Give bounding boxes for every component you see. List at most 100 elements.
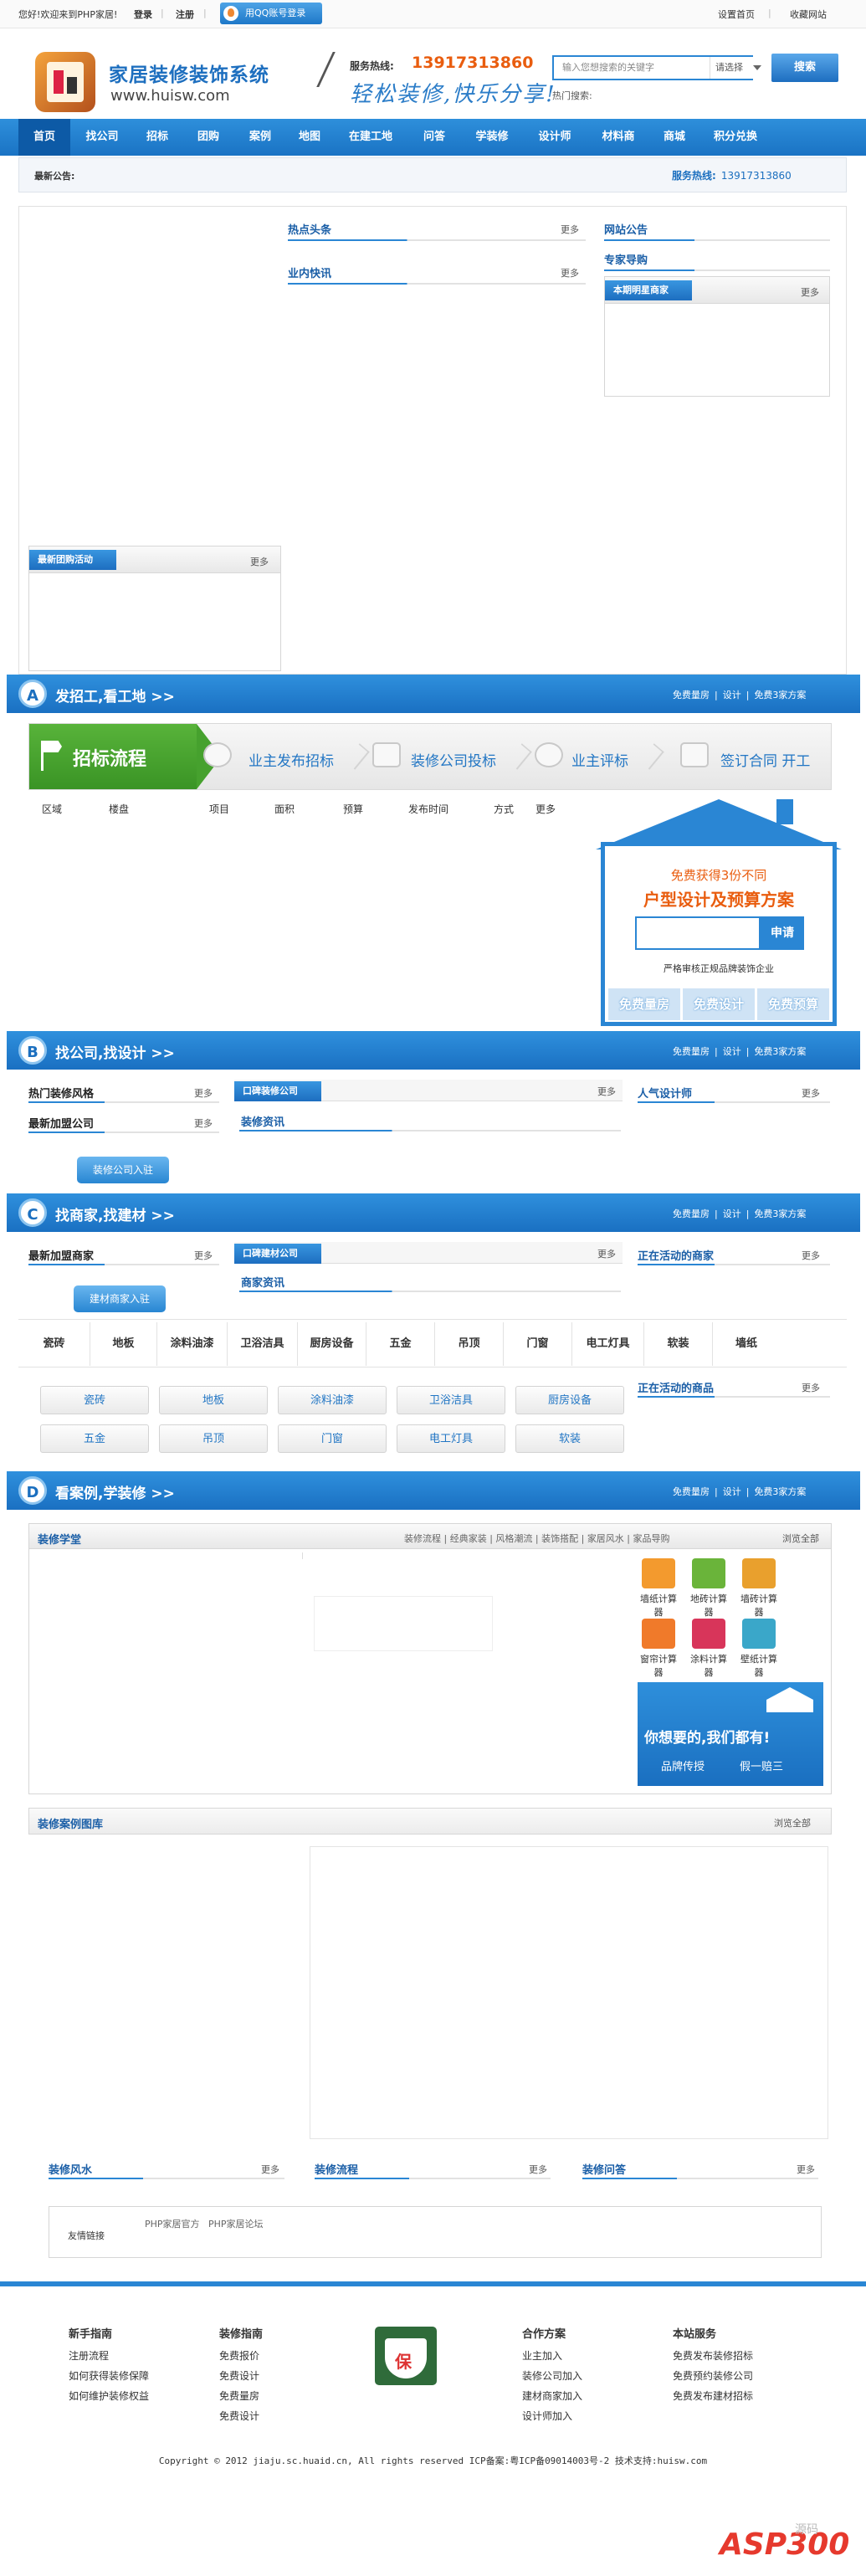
school-link[interactable]: 家居风水 bbox=[587, 1533, 624, 1544]
footer-link[interactable]: 免费量房 bbox=[219, 2389, 259, 2403]
search-button[interactable]: 搜索 bbox=[771, 54, 838, 82]
more-link[interactable]: 更多 bbox=[261, 2163, 279, 2176]
nav-points[interactable]: 积分兑换 bbox=[699, 119, 771, 156]
more-link[interactable]: 更多 bbox=[561, 223, 579, 236]
more-link[interactable]: 更多 bbox=[797, 2163, 815, 2176]
company-join-button[interactable]: 装修公司入驻 bbox=[77, 1157, 169, 1183]
footer-link[interactable]: 如何获得装修保障 bbox=[69, 2368, 149, 2383]
banner-link[interactable]: 设计 bbox=[723, 1208, 741, 1219]
banner-link[interactable]: 免费3家方案 bbox=[754, 690, 806, 700]
nav-designers[interactable]: 设计师 bbox=[524, 119, 586, 156]
school-link[interactable]: 装修流程 bbox=[404, 1533, 441, 1544]
category-button[interactable]: 瓷砖 bbox=[40, 1386, 149, 1414]
qq-login-button[interactable]: 用QQ账号登录 bbox=[220, 3, 322, 24]
logo-title[interactable]: 家居装修装饰系统 bbox=[109, 59, 269, 87]
nav-companies[interactable]: 找公司 bbox=[72, 119, 132, 156]
more-link[interactable]: 更多 bbox=[250, 555, 269, 568]
set-home-link[interactable]: 设置首页 bbox=[718, 8, 755, 21]
footer-link[interactable]: 免费预约装修公司 bbox=[673, 2368, 753, 2383]
flow-step[interactable]: 签订合同 开工 bbox=[720, 749, 810, 770]
more-link[interactable]: 更多 bbox=[802, 1381, 820, 1394]
calc-walltile[interactable]: 墙砖计算器 bbox=[736, 1558, 781, 1619]
category-hardware[interactable]: 五金 bbox=[366, 1322, 435, 1366]
calc-curtain[interactable]: 窗帘计算器 bbox=[636, 1619, 681, 1679]
category-button[interactable]: 电工灯具 bbox=[397, 1424, 505, 1453]
active-goods-title[interactable]: 正在活动的商品 bbox=[638, 1379, 714, 1395]
calc-paper[interactable]: 壁纸计算器 bbox=[736, 1619, 781, 1679]
logo-icon[interactable] bbox=[35, 52, 95, 112]
footer-link[interactable]: 建材商家加入 bbox=[522, 2389, 582, 2403]
school-title[interactable]: 装修学堂 bbox=[38, 1531, 81, 1547]
col-more[interactable]: 更多 bbox=[535, 802, 556, 816]
more-link[interactable]: 更多 bbox=[561, 266, 579, 280]
more-link[interactable]: 更多 bbox=[801, 285, 819, 299]
promo-tab[interactable]: 免费设计 bbox=[683, 988, 755, 1020]
flow-step[interactable]: 装修公司投标 bbox=[411, 749, 496, 770]
category-wood[interactable]: 地板 bbox=[90, 1322, 157, 1366]
category-paint[interactable]: 涂料油漆 bbox=[157, 1322, 228, 1366]
browse-all-link[interactable]: 浏览全部 bbox=[782, 1532, 819, 1545]
category-button[interactable]: 门窗 bbox=[278, 1424, 387, 1453]
banner-link[interactable]: 免费3家方案 bbox=[754, 1208, 806, 1219]
nav-home[interactable]: 首页 bbox=[18, 119, 70, 156]
industry-news-title[interactable]: 业内快讯 bbox=[288, 264, 331, 280]
footer-link[interactable]: 装修公司加入 bbox=[522, 2368, 582, 2383]
deco-info-title[interactable]: 装修资讯 bbox=[241, 1113, 284, 1129]
banner-link[interactable]: 免费量房 bbox=[673, 1046, 710, 1057]
category-button[interactable]: 五金 bbox=[40, 1424, 149, 1453]
friend-link[interactable]: PHP家居论坛 bbox=[208, 2217, 264, 2230]
footer-link[interactable]: 免费设计 bbox=[219, 2368, 259, 2383]
more-link[interactable]: 更多 bbox=[597, 1247, 616, 1260]
banner-link[interactable]: 设计 bbox=[723, 1486, 741, 1497]
footer-link[interactable]: 免费报价 bbox=[219, 2348, 259, 2363]
category-button[interactable]: 厨房设备 bbox=[515, 1386, 624, 1414]
school-link[interactable]: 风格潮流 bbox=[495, 1533, 532, 1544]
banner-link[interactable]: 免费3家方案 bbox=[754, 1046, 806, 1057]
banner-link[interactable]: 免费量房 bbox=[673, 1486, 710, 1497]
footer-link[interactable]: 设计师加入 bbox=[522, 2409, 572, 2423]
footer-link[interactable]: 免费发布建材招标 bbox=[673, 2389, 753, 2403]
more-link[interactable]: 更多 bbox=[529, 2163, 547, 2176]
category-button[interactable]: 吊顶 bbox=[159, 1424, 268, 1453]
login-link[interactable]: 登录 bbox=[134, 8, 152, 21]
category-tile[interactable]: 瓷砖 bbox=[18, 1322, 90, 1366]
banner-link[interactable]: 免费3家方案 bbox=[754, 1486, 806, 1497]
category-button[interactable]: 软装 bbox=[515, 1424, 624, 1453]
nav-tender[interactable]: 招标 bbox=[134, 119, 181, 156]
gallery-browse-link[interactable]: 浏览全部 bbox=[774, 1816, 811, 1829]
popular-designer-title[interactable]: 人气设计师 bbox=[638, 1085, 692, 1101]
calc-floor[interactable]: 地砖计算器 bbox=[686, 1558, 731, 1619]
search-select[interactable]: 请选择 bbox=[710, 57, 768, 79]
category-wallpaper[interactable]: 墙纸 bbox=[713, 1322, 780, 1366]
fengshui-title[interactable]: 装修风水 bbox=[49, 2161, 92, 2177]
footer-link[interactable]: 免费发布装修招标 bbox=[673, 2348, 753, 2363]
nav-cases[interactable]: 案例 bbox=[236, 119, 284, 156]
hot-news-title[interactable]: 热点头条 bbox=[288, 221, 331, 237]
calc-wallpaper[interactable]: 墙纸计算器 bbox=[636, 1558, 681, 1619]
nav-mall[interactable]: 商城 bbox=[651, 119, 698, 156]
praise-company-title[interactable]: 口碑装修公司 bbox=[234, 1081, 321, 1101]
more-link[interactable]: 更多 bbox=[802, 1086, 820, 1100]
banner-link[interactable]: 免费量房 bbox=[673, 690, 710, 700]
friend-link[interactable]: PHP家居官方 bbox=[145, 2217, 200, 2230]
banner-link[interactable]: 免费量房 bbox=[673, 1208, 710, 1219]
footer-link[interactable]: 免费设计 bbox=[219, 2409, 259, 2423]
footer-link[interactable]: 如何维护装修权益 bbox=[69, 2389, 149, 2403]
site-notice-title[interactable]: 网站公告 bbox=[604, 221, 648, 237]
footer-link[interactable]: 注册流程 bbox=[69, 2348, 109, 2363]
category-button[interactable]: 涂料油漆 bbox=[278, 1386, 387, 1414]
category-lighting[interactable]: 电工灯具 bbox=[572, 1322, 644, 1366]
active-merchant-title[interactable]: 正在活动的商家 bbox=[638, 1247, 714, 1263]
praise-material-title[interactable]: 口碑建材公司 bbox=[234, 1244, 321, 1264]
merchant-join-button[interactable]: 建材商家入驻 bbox=[74, 1285, 166, 1312]
register-link[interactable]: 注册 bbox=[176, 8, 194, 21]
merchant-info-title[interactable]: 商家资讯 bbox=[241, 1274, 284, 1290]
category-button[interactable]: 卫浴洁具 bbox=[397, 1386, 505, 1414]
promo-tab[interactable]: 免费量房 bbox=[608, 988, 680, 1020]
banner-link[interactable]: 设计 bbox=[723, 690, 741, 700]
category-doors[interactable]: 门窗 bbox=[504, 1322, 572, 1366]
ad-banner[interactable]: 你想要的,我们都有! 品牌传授 假一赔三 bbox=[638, 1682, 823, 1786]
guarantee-shield-icon[interactable]: 保 bbox=[375, 2327, 437, 2385]
flow-step[interactable]: 业主评标 bbox=[571, 749, 628, 770]
more-link[interactable]: 更多 bbox=[194, 1116, 213, 1130]
